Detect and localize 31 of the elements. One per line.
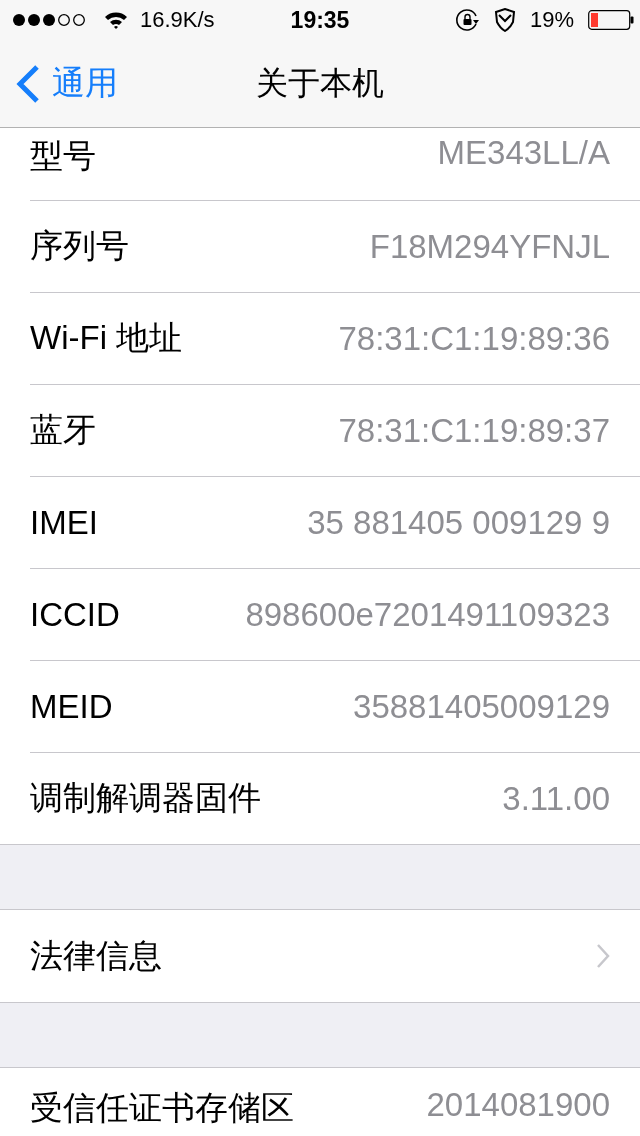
row-value: 35 881405 009129 9 bbox=[307, 503, 610, 542]
row-value: 2014081900 bbox=[426, 1086, 610, 1124]
row-value: 35881405009129 bbox=[353, 687, 610, 726]
settings-row[interactable]: 法律信息 bbox=[0, 910, 640, 1002]
page-title: 关于本机 bbox=[256, 63, 384, 103]
row-label: MEID bbox=[30, 687, 113, 726]
row-value: 898600e7201491109323 bbox=[245, 595, 610, 634]
row-value: ME343LL/A bbox=[437, 134, 610, 172]
back-button[interactable]: 通用 bbox=[0, 61, 118, 106]
row-value: 78:31:C1:19:89:37 bbox=[338, 411, 610, 450]
row-label: 蓝牙 bbox=[30, 410, 96, 450]
row-label: 受信任证书存储区 bbox=[30, 1088, 294, 1128]
clock-time: 19:35 bbox=[290, 6, 350, 34]
rotation-lock-icon bbox=[455, 8, 480, 32]
row-label: 法律信息 bbox=[30, 935, 162, 976]
chevron-left-icon bbox=[16, 63, 40, 104]
shield-icon bbox=[493, 8, 516, 32]
row-label: 调制解调器固件 bbox=[30, 778, 261, 818]
row-label: 型号 bbox=[30, 136, 96, 176]
chevron-right-icon bbox=[596, 943, 610, 969]
row-value: F18M294YFNJL bbox=[369, 227, 610, 266]
row-value: 3.11.00 bbox=[502, 779, 610, 818]
network-speed: 16.9K/s bbox=[140, 7, 215, 33]
row-label: ICCID bbox=[30, 595, 120, 634]
battery-percent: 19% bbox=[529, 7, 574, 33]
wifi-icon bbox=[104, 11, 128, 29]
battery-icon bbox=[588, 10, 634, 30]
row-label: Wi-Fi 地址 bbox=[30, 318, 183, 358]
row-label: 序列号 bbox=[30, 226, 129, 266]
row-value: 78:31:C1:19:89:36 bbox=[338, 319, 610, 358]
row-label: IMEI bbox=[30, 503, 98, 542]
